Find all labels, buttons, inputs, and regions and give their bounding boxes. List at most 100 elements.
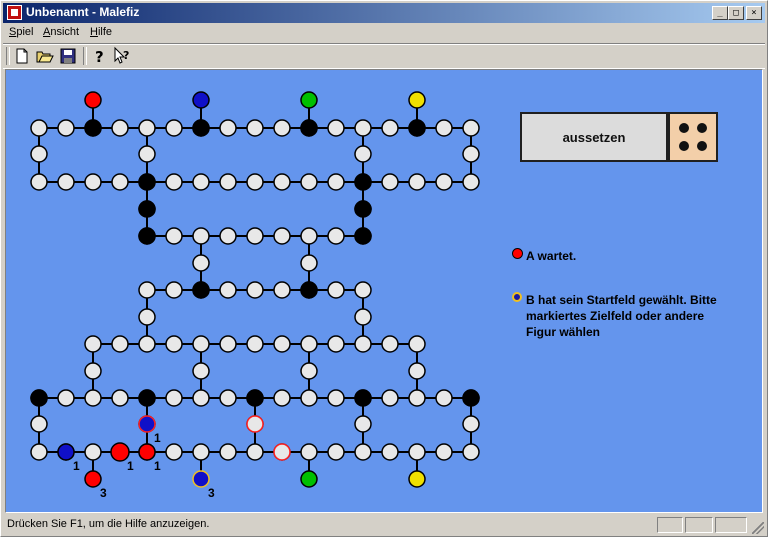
board-field[interactable] xyxy=(300,389,318,407)
open-icon[interactable] xyxy=(35,46,55,66)
house-yellow[interactable] xyxy=(408,91,426,109)
board-field[interactable] xyxy=(246,281,264,299)
board-field[interactable] xyxy=(327,281,345,299)
close-button[interactable]: × xyxy=(746,6,762,20)
board-field[interactable] xyxy=(165,443,183,461)
board-field[interactable] xyxy=(138,145,156,163)
board-field[interactable] xyxy=(435,443,453,461)
board-field[interactable] xyxy=(84,389,102,407)
board-field[interactable] xyxy=(192,254,210,272)
start-yellow[interactable] xyxy=(408,470,426,488)
barrier-stone[interactable] xyxy=(354,227,372,245)
barrier-stone[interactable] xyxy=(300,119,318,137)
app-icon[interactable] xyxy=(7,5,22,20)
piece-red[interactable] xyxy=(138,443,156,461)
board-field[interactable] xyxy=(408,389,426,407)
board-field[interactable] xyxy=(354,145,372,163)
board-field[interactable] xyxy=(30,119,48,137)
barrier-stone[interactable] xyxy=(84,119,102,137)
board-field[interactable] xyxy=(30,415,48,433)
board-field[interactable] xyxy=(327,119,345,137)
board-field[interactable] xyxy=(273,281,291,299)
board-field[interactable] xyxy=(381,173,399,191)
board-field[interactable] xyxy=(138,119,156,137)
maximize-button[interactable]: □ xyxy=(728,6,744,20)
board-field[interactable] xyxy=(300,335,318,353)
board-field[interactable] xyxy=(219,335,237,353)
board-field[interactable] xyxy=(165,119,183,137)
save-icon[interactable] xyxy=(58,46,78,66)
target-field-marked[interactable] xyxy=(273,443,291,461)
board-field[interactable] xyxy=(246,443,264,461)
board-field[interactable] xyxy=(408,443,426,461)
barrier-stone[interactable] xyxy=(138,173,156,191)
board-field[interactable] xyxy=(192,335,210,353)
board-field[interactable] xyxy=(354,335,372,353)
board-field[interactable] xyxy=(138,281,156,299)
board-field[interactable] xyxy=(327,173,345,191)
board-field[interactable] xyxy=(462,145,480,163)
barrier-stone[interactable] xyxy=(138,227,156,245)
board-field[interactable] xyxy=(462,173,480,191)
barrier-stone[interactable] xyxy=(354,173,372,191)
board-field[interactable] xyxy=(354,415,372,433)
board-field[interactable] xyxy=(300,254,318,272)
barrier-stone[interactable] xyxy=(30,389,48,407)
barrier-stone[interactable] xyxy=(192,281,210,299)
board-field[interactable] xyxy=(84,173,102,191)
board-field[interactable] xyxy=(111,335,129,353)
board-field[interactable] xyxy=(219,227,237,245)
board-field[interactable] xyxy=(273,173,291,191)
board-field[interactable] xyxy=(381,119,399,137)
board-field[interactable] xyxy=(381,389,399,407)
board-field[interactable] xyxy=(273,227,291,245)
board-field[interactable] xyxy=(219,443,237,461)
board-field[interactable] xyxy=(354,443,372,461)
board-field[interactable] xyxy=(219,389,237,407)
board-field[interactable] xyxy=(165,281,183,299)
board-field[interactable] xyxy=(354,281,372,299)
dice[interactable] xyxy=(668,112,718,162)
board-field[interactable] xyxy=(219,281,237,299)
board-field[interactable] xyxy=(408,335,426,353)
board-field[interactable] xyxy=(273,389,291,407)
board-field[interactable] xyxy=(138,308,156,326)
board-field[interactable] xyxy=(111,173,129,191)
board-field[interactable] xyxy=(435,389,453,407)
board-field[interactable] xyxy=(381,335,399,353)
barrier-stone[interactable] xyxy=(408,119,426,137)
board-field[interactable] xyxy=(273,119,291,137)
barrier-stone[interactable] xyxy=(138,200,156,218)
target-field-marked[interactable] xyxy=(246,415,264,433)
board-field[interactable] xyxy=(192,362,210,380)
board-field[interactable] xyxy=(354,308,372,326)
barrier-stone[interactable] xyxy=(246,389,264,407)
new-icon[interactable] xyxy=(12,46,32,66)
board-field[interactable] xyxy=(327,335,345,353)
board-field[interactable] xyxy=(57,173,75,191)
start-green[interactable] xyxy=(300,470,318,488)
barrier-stone[interactable] xyxy=(300,281,318,299)
skip-turn-button[interactable]: aussetzen xyxy=(520,112,668,162)
board-field[interactable] xyxy=(300,362,318,380)
resize-grip[interactable] xyxy=(752,522,764,534)
barrier-stone[interactable] xyxy=(138,389,156,407)
board-field[interactable] xyxy=(84,335,102,353)
barrier-stone[interactable] xyxy=(354,200,372,218)
barrier-stone[interactable] xyxy=(192,119,210,137)
game-area[interactable]: 1 1 1 1 3 3 aussetzen A wartet. B hat sein St… xyxy=(5,69,763,513)
board-field[interactable] xyxy=(111,119,129,137)
board-field[interactable] xyxy=(30,173,48,191)
board-field[interactable] xyxy=(462,443,480,461)
board-field[interactable] xyxy=(84,362,102,380)
board-field[interactable] xyxy=(30,145,48,163)
board-field[interactable] xyxy=(138,335,156,353)
board-field[interactable] xyxy=(246,227,264,245)
title-bar[interactable]: Unbenannt - Malefiz _ □ × xyxy=(3,3,765,23)
barrier-stone[interactable] xyxy=(354,389,372,407)
barrier-stone[interactable] xyxy=(462,389,480,407)
board-field[interactable] xyxy=(354,119,372,137)
board-field[interactable] xyxy=(273,335,291,353)
board-field[interactable] xyxy=(57,389,75,407)
board-field[interactable] xyxy=(111,389,129,407)
